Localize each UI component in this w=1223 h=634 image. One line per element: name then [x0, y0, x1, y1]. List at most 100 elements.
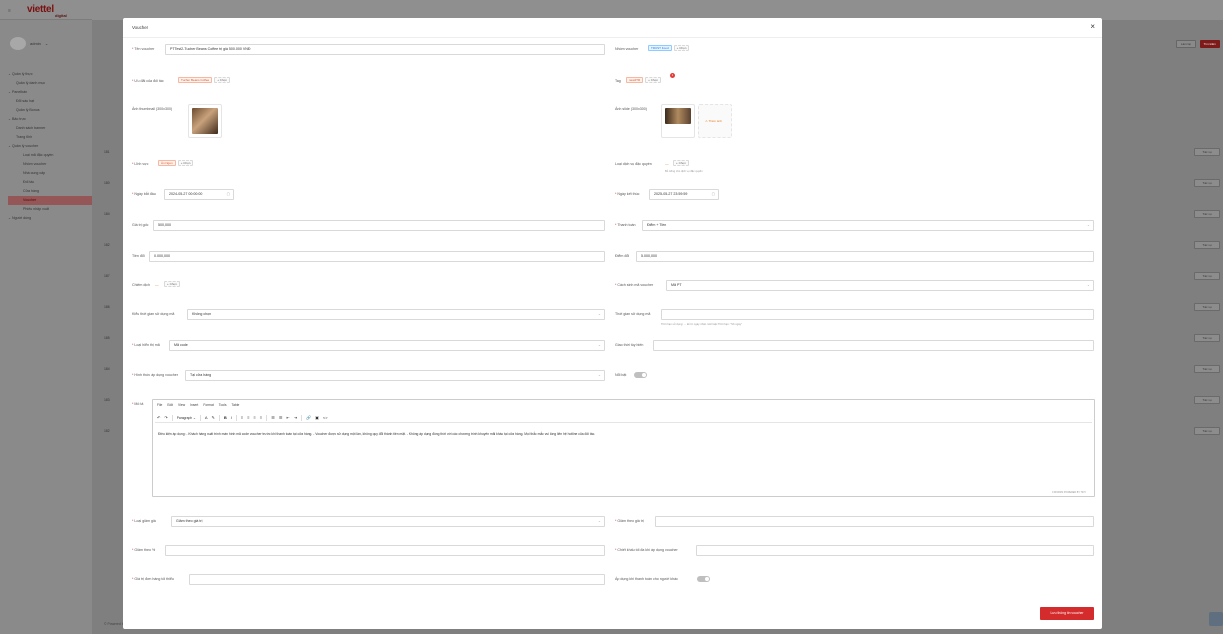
sidebar-item[interactable]: ⌄ Quản lý voucher: [8, 142, 92, 151]
add-tag-button[interactable]: + Chọn: [673, 45, 690, 51]
menu-file[interactable]: File: [157, 403, 162, 407]
add-tag-button[interactable]: + Chọn: [177, 160, 194, 166]
row-action-button[interactable]: Tác vụ: [1194, 272, 1220, 280]
discount-value-input[interactable]: [655, 516, 1094, 527]
add-tag-button[interactable]: + Chọn: [673, 160, 689, 166]
sidebar-item[interactable]: Quản lý danh mục: [8, 79, 92, 88]
reset-button[interactable]: Làm lại: [1175, 40, 1196, 48]
apply-other-toggle[interactable]: [697, 576, 710, 582]
hot-toggle[interactable]: [634, 372, 647, 378]
thumbnail-upload[interactable]: [188, 104, 222, 138]
sidebar-item-voucher[interactable]: Voucher: [8, 196, 92, 205]
user-menu[interactable]: admin ⌄: [10, 37, 48, 50]
align-center-icon[interactable]: ≡: [247, 415, 249, 420]
image-icon[interactable]: ▣: [315, 415, 319, 420]
payment-select[interactable]: Điểm + Tiền ⌄: [642, 220, 1094, 231]
highlight-icon[interactable]: ✎: [211, 415, 214, 420]
sidebar-item[interactable]: ⌄ Bảo trực: [8, 115, 92, 124]
code-type-select[interactable]: Mã PT ⌄: [666, 280, 1094, 291]
search-button[interactable]: Tìm kiếm: [1199, 40, 1220, 48]
undo-icon[interactable]: ↶: [157, 415, 160, 420]
table-row-id: 180: [104, 181, 110, 185]
apply-mode-select[interactable]: Tại cửa hàng ⌄: [185, 370, 605, 381]
indent-icon[interactable]: ⇥: [294, 415, 297, 420]
chat-widget-icon[interactable]: [1209, 612, 1223, 626]
code-icon[interactable]: <>: [323, 415, 328, 420]
row-action-button[interactable]: Tác vụ: [1194, 303, 1220, 311]
sidebar-item[interactable]: Quản lý Bonus: [8, 106, 92, 115]
tag[interactable]: Tucher Beans Coffee: [178, 77, 213, 83]
max-discount-input[interactable]: [696, 545, 1094, 556]
align-right-icon[interactable]: ≡: [254, 415, 256, 420]
row-action-button[interactable]: Tác vụ: [1194, 365, 1220, 373]
menu-table[interactable]: Table: [232, 403, 240, 407]
voucher-name-input[interactable]: PTTest2-Tucher Beans Coffee trị giá 500.…: [165, 44, 605, 55]
menu-edit[interactable]: Edit: [167, 403, 173, 407]
sidebar-item[interactable]: ⌄ Panelbán: [8, 88, 92, 97]
discount-type-select[interactable]: Giảm theo giá trị ⌄: [171, 516, 605, 527]
menu-icon[interactable]: ≡: [8, 8, 11, 14]
table-row-id: 184: [104, 367, 110, 371]
sidebar-item[interactable]: ⌄ Quản lý thực: [8, 70, 92, 79]
editor-content[interactable]: Điều kiện áp dụng: - Khách hàng xuất trì…: [158, 432, 1089, 436]
start-date-picker[interactable]: 2024-05-27 00:00:00 ▢: [164, 189, 234, 200]
sidebar-item[interactable]: Đối tác: [8, 178, 92, 187]
row-action-button[interactable]: Tác vụ: [1194, 396, 1220, 404]
bullet-list-icon[interactable]: ☰: [271, 415, 275, 420]
menu-format[interactable]: Format: [203, 403, 213, 407]
sidebar-item[interactable]: Danh sách banner: [8, 124, 92, 133]
sidebar-item[interactable]: Nhà cung cấp: [8, 169, 92, 178]
sidebar-item[interactable]: Phiếu nhập xuất: [8, 205, 92, 214]
slide-image[interactable]: [661, 104, 695, 138]
money-input[interactable]: 0.000,000: [149, 251, 605, 262]
link-icon[interactable]: 🔗: [306, 415, 311, 420]
text-color-icon[interactable]: A: [205, 415, 208, 420]
row-action-button[interactable]: Tác vụ: [1194, 210, 1220, 218]
use-time-input[interactable]: [661, 309, 1094, 320]
display-type-select[interactable]: Mã code ⌄: [169, 340, 605, 351]
sidebar-item[interactable]: Trang tĩnh: [8, 133, 92, 142]
sidebar-item[interactable]: Cửa hàng: [8, 187, 92, 196]
bold-icon[interactable]: B: [224, 415, 227, 420]
menu-tools[interactable]: Tools: [219, 403, 227, 407]
add-tag-button[interactable]: + Chọn: [164, 281, 180, 287]
close-icon[interactable]: ×: [1090, 22, 1095, 31]
points-input[interactable]: 5.000,000: [636, 251, 1094, 262]
sidebar: ≡ viettel digital admin ⌄ ⌄ Quản lý thực…: [0, 0, 92, 634]
row-action-button[interactable]: Tác vụ: [1194, 148, 1220, 156]
align-left-icon[interactable]: ≡: [241, 415, 243, 420]
tag[interactable]: Ăn Ngon: [158, 160, 176, 166]
outdent-icon[interactable]: ⇤: [286, 415, 289, 420]
sidebar-item[interactable]: Nhóm voucher: [8, 160, 92, 169]
custom-display-input[interactable]: [653, 340, 1094, 351]
row-action-button[interactable]: Tác vụ: [1194, 179, 1220, 187]
add-image-button[interactable]: ⚠ Thêm ảnh: [698, 104, 732, 138]
tag[interactable]: TRUST Food: [648, 45, 672, 51]
category-tags: Ăn Ngon + Chọn: [158, 160, 195, 166]
end-date-picker[interactable]: 2025-05-27 23:59:59 ▢: [649, 189, 719, 200]
field-label: Ngày bắt đầu: [132, 192, 155, 196]
save-voucher-button[interactable]: Lưu thông tin voucher: [1040, 607, 1094, 620]
sidebar-item[interactable]: Loại mã đặc quyền: [8, 151, 92, 160]
menu-view[interactable]: View: [178, 403, 185, 407]
menu-insert[interactable]: Insert: [190, 403, 198, 407]
numbered-list-icon[interactable]: ☰: [279, 415, 283, 420]
discount-percent-input[interactable]: [165, 545, 605, 556]
brand-logo: viettel: [27, 4, 54, 15]
description-editor[interactable]: File Edit View Insert Format Tools Table…: [152, 399, 1095, 497]
row-action-button[interactable]: Tác vụ: [1194, 241, 1220, 249]
align-justify-icon[interactable]: ≡: [260, 415, 262, 420]
italic-icon[interactable]: I: [231, 415, 232, 420]
row-action-button[interactable]: Tác vụ: [1194, 427, 1220, 435]
row-action-button[interactable]: Tác vụ: [1194, 334, 1220, 342]
original-value-input[interactable]: 500,000: [153, 220, 605, 231]
redo-icon[interactable]: ↷: [164, 415, 167, 420]
sidebar-item[interactable]: ⌄ Người dùng: [8, 214, 92, 223]
add-tag-button[interactable]: + Chọn: [645, 77, 661, 83]
sidebar-item[interactable]: Đổi sàu hạt: [8, 97, 92, 106]
min-order-input[interactable]: [189, 574, 605, 585]
use-time-type-select[interactable]: Không chọn ⌄: [187, 309, 605, 320]
block-format-select[interactable]: Paragraph ⌄: [177, 416, 196, 420]
tag[interactable]: new2TR: [626, 77, 644, 83]
add-tag-button[interactable]: + Chọn: [214, 77, 230, 83]
